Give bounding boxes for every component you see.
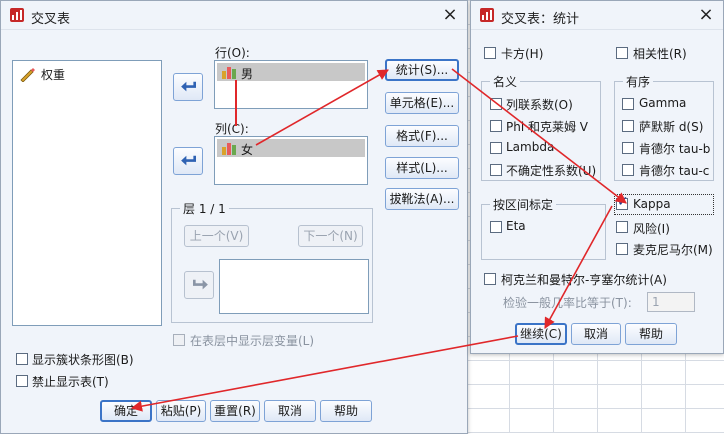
contingency-coefficient-checkbox[interactable] <box>490 98 502 110</box>
show-layer-variables-checkbox[interactable] <box>173 334 185 346</box>
arrow-right-icon <box>193 279 208 290</box>
gamma-label: Gamma <box>639 96 687 110</box>
nominal-title: 名义 <box>490 73 521 90</box>
move-to-column-button[interactable] <box>173 147 203 175</box>
statistics-title: 交叉表：统计 <box>501 12 580 27</box>
chi-square-label: 卡方(H) <box>501 47 544 61</box>
list-item-label: 男 <box>241 67 254 81</box>
help-button[interactable]: 帮助 <box>320 400 372 422</box>
statistics-dialog: 交叉表：统计 × 卡方(H) 相关性(R) 名义 列联系数(O) Phi 和克莱… <box>470 0 724 354</box>
mcnemar-label: 麦克尼马尔(M) <box>633 243 713 257</box>
list-item-label: 女 <box>241 143 254 157</box>
interval-title: 按区间标定 <box>490 196 557 213</box>
column-variable-list[interactable]: 女 <box>214 136 368 185</box>
crosstabs-title: 交叉表 <box>31 12 71 27</box>
lambda-label: Lambda <box>506 140 555 154</box>
somers-d-label: 萨默斯 d(S) <box>639 120 704 134</box>
chi-square-checkbox[interactable] <box>484 47 496 59</box>
eta-label: Eta <box>506 219 526 233</box>
ordinal-title: 有序 <box>623 73 654 90</box>
gamma-checkbox[interactable] <box>622 98 634 110</box>
uncertainty-coefficient-label: 不确定性系数(U) <box>506 164 597 178</box>
clustered-bar-chart-label: 显示簇状条形图(B) <box>32 353 134 367</box>
bar-chart-icon <box>222 67 236 79</box>
bootstrap-button[interactable]: 拔靴法(A)... <box>385 188 459 210</box>
uncertainty-coefficient-checkbox[interactable] <box>490 164 502 176</box>
ordinal-group: 有序 Gamma 萨默斯 d(S) 肯德尔 tau-b 肯德尔 tau-c <box>614 73 714 181</box>
lambda-checkbox[interactable] <box>490 142 502 154</box>
suppress-tables-label: 禁止显示表(T) <box>32 375 109 389</box>
reset-button[interactable]: 重置(R) <box>210 400 260 422</box>
kappa-label: Kappa <box>633 197 671 211</box>
style-button[interactable]: 样式(L)... <box>385 157 459 179</box>
risk-label: 风险(I) <box>633 222 670 236</box>
arrow-left-icon <box>181 155 196 166</box>
correlations-checkbox[interactable] <box>616 47 628 59</box>
kendall-tau-b-checkbox[interactable] <box>622 142 634 154</box>
cancel-button[interactable]: 取消 <box>571 323 621 345</box>
close-icon[interactable]: × <box>437 4 463 26</box>
cmh-test-label: 检验一般几率比等于(T): <box>503 296 632 310</box>
statistics-titlebar: 交叉表：统计 × <box>471 1 723 30</box>
kendall-tau-b-label: 肯德尔 tau-b <box>639 142 711 156</box>
bar-chart-icon <box>222 143 236 155</box>
paste-button[interactable]: 粘贴(P) <box>156 400 206 422</box>
kendall-tau-c-checkbox[interactable] <box>622 164 634 176</box>
phi-cramer-checkbox[interactable] <box>490 120 502 132</box>
ok-button[interactable]: 确定 <box>100 400 152 422</box>
suppress-tables-checkbox[interactable] <box>16 375 28 387</box>
close-icon[interactable]: × <box>693 4 719 26</box>
kendall-tau-c-label: 肯德尔 tau-c <box>639 164 710 178</box>
eta-checkbox[interactable] <box>490 221 502 233</box>
statistics-button[interactable]: 统计(S)... <box>385 59 459 81</box>
row-variable-list[interactable]: 男 <box>214 60 368 109</box>
format-button[interactable]: 格式(F)... <box>385 125 459 147</box>
common-odds-ratio-input[interactable]: 1 <box>647 292 695 312</box>
cmh-label: 柯克兰和曼特尔-亨塞尔统计(A) <box>501 273 667 287</box>
row-label: 行(O): <box>215 46 250 60</box>
contingency-coefficient-label: 列联系数(O) <box>506 98 573 112</box>
spss-app-icon <box>480 8 494 22</box>
crosstabs-titlebar: 交叉表 × <box>1 1 467 30</box>
arrow-left-icon <box>181 81 196 92</box>
layer-title: 层 1 / 1 <box>180 200 229 217</box>
cancel-button[interactable]: 取消 <box>264 400 316 422</box>
help-button[interactable]: 帮助 <box>625 323 677 345</box>
source-variable-list[interactable]: 权重 <box>12 60 162 326</box>
list-item[interactable]: 男 <box>217 63 365 81</box>
layer-group: 层 1 / 1 上一个(V) 下一个(N) <box>171 200 373 323</box>
scale-variable-icon <box>20 68 35 82</box>
crosstabs-dialog: 交叉表 × 权重 行(O): 男 列(C): 女 统计(S)... 单元格(E)… <box>0 0 468 434</box>
interval-group: 按区间标定 Eta <box>481 196 606 260</box>
move-to-layer-button[interactable] <box>184 271 214 299</box>
risk-checkbox[interactable] <box>616 221 628 233</box>
list-item-label: 权重 <box>41 68 66 82</box>
phi-cramer-label: Phi 和克莱姆 V <box>506 120 589 134</box>
column-label: 列(C): <box>215 122 249 136</box>
continue-button[interactable]: 继续(C) <box>515 323 567 345</box>
correlations-label: 相关性(R) <box>633 47 687 61</box>
show-layer-variables-label: 在表层中显示层变量(L) <box>190 334 315 348</box>
move-to-row-button[interactable] <box>173 73 203 101</box>
mcnemar-checkbox[interactable] <box>616 243 628 255</box>
spss-app-icon <box>10 8 24 22</box>
cmh-checkbox[interactable] <box>484 273 496 285</box>
list-item[interactable]: 权重 <box>19 65 149 83</box>
nominal-group: 名义 列联系数(O) Phi 和克莱姆 V Lambda 不确定性系数(U) <box>481 73 601 181</box>
list-item[interactable]: 女 <box>217 139 365 157</box>
next-layer-button[interactable]: 下一个(N) <box>298 225 363 247</box>
somers-d-checkbox[interactable] <box>622 120 634 132</box>
previous-layer-button[interactable]: 上一个(V) <box>184 225 249 247</box>
layer-variable-list[interactable] <box>219 259 369 314</box>
kappa-checkbox[interactable]: ✓ <box>616 194 629 210</box>
cells-button[interactable]: 单元格(E)... <box>385 92 459 114</box>
checkmark-icon: ✓ <box>617 194 629 210</box>
clustered-bar-chart-checkbox[interactable] <box>16 353 28 365</box>
